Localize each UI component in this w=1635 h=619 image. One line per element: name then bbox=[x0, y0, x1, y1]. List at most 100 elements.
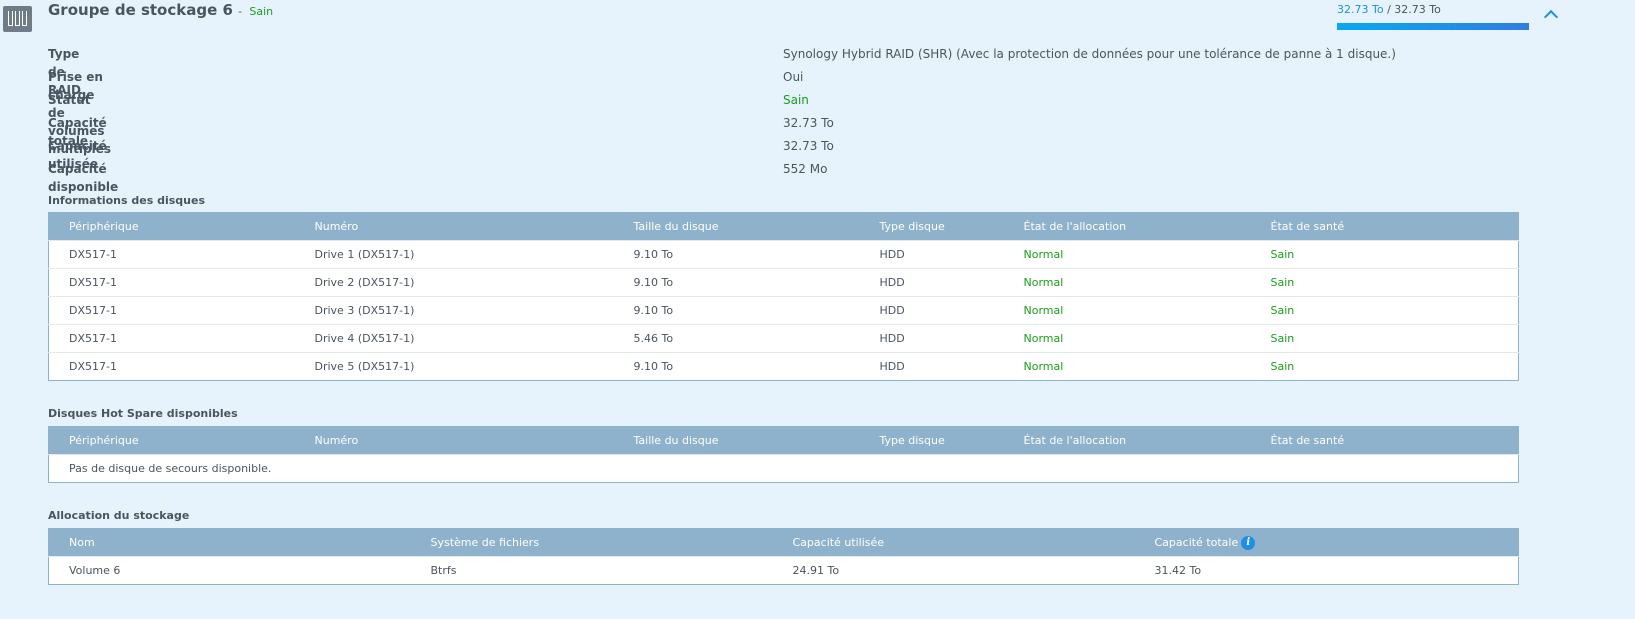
column-label: Système de fichiers bbox=[430, 536, 540, 549]
table-cell: 9.10 To bbox=[613, 268, 860, 297]
chevron-up-icon[interactable] bbox=[1543, 9, 1559, 25]
column-label: État de l'allocation bbox=[1023, 220, 1127, 233]
info-value: 552 Mo bbox=[783, 162, 828, 176]
table-row[interactable]: DX517-1 Drive 2 (DX517-1) 9.10 To HDD Normal… bbox=[48, 268, 1519, 297]
column-header[interactable]: Taille du disque bbox=[613, 426, 860, 455]
allocation-section-title: Allocation du stockage bbox=[48, 509, 190, 522]
table-cell: 31.42 To bbox=[1134, 556, 1519, 585]
column-label: État de l'allocation bbox=[1023, 434, 1127, 447]
column-header[interactable]: État de l'allocation bbox=[1003, 426, 1251, 455]
capacity-readout: 32.73 To / 32.73 To bbox=[1337, 3, 1441, 16]
table-cell: HDD bbox=[859, 240, 1004, 269]
table-cell: Drive 3 (DX517-1) bbox=[294, 296, 614, 325]
column-header[interactable]: Capacité utilisée bbox=[772, 528, 1135, 557]
column-label: Taille du disque bbox=[633, 434, 719, 447]
table-cell: Sain bbox=[1250, 352, 1519, 381]
column-label: Type disque bbox=[879, 220, 945, 233]
empty-message: Pas de disque de secours disponible. bbox=[48, 454, 1519, 483]
table-row[interactable]: DX517-1 Drive 3 (DX517-1) 9.10 To HDD Normal… bbox=[48, 296, 1519, 325]
table-cell: Btrfs bbox=[410, 556, 773, 585]
table-cell: DX517-1 bbox=[48, 352, 295, 381]
column-label: État de santé bbox=[1270, 434, 1345, 447]
column-label: Capacité totale bbox=[1154, 535, 1239, 549]
column-label: Type disque bbox=[879, 434, 945, 447]
separator: - bbox=[238, 5, 243, 18]
table-cell: DX517-1 bbox=[48, 324, 295, 353]
usage-bar bbox=[1337, 23, 1529, 30]
allocation-table: Nom Système de fichiers Capacité utilisée C… bbox=[48, 528, 1519, 585]
table-row[interactable]: DX517-1 Drive 5 (DX517-1) 9.10 To HDD Normal… bbox=[48, 352, 1519, 381]
hotspare-section-title: Disques Hot Spare disponibles bbox=[48, 407, 238, 420]
table-cell: Normal bbox=[1003, 240, 1251, 269]
table-cell: HDD bbox=[859, 296, 1004, 325]
column-label: Périphérique bbox=[69, 434, 139, 447]
table-cell: 9.10 To bbox=[613, 240, 860, 269]
table-cell: Drive 1 (DX517-1) bbox=[294, 240, 614, 269]
table-cell: DX517-1 bbox=[48, 268, 295, 297]
column-label: Numéro bbox=[314, 434, 359, 447]
column-label: Nom bbox=[69, 536, 95, 549]
table-header: Périphérique Numéro Taille du disque Type d… bbox=[48, 212, 1519, 241]
table-cell: Drive 2 (DX517-1) bbox=[294, 268, 614, 297]
table-cell: DX517-1 bbox=[48, 296, 295, 325]
table-cell: Sain bbox=[1250, 240, 1519, 269]
column-header[interactable]: État de l'allocation bbox=[1003, 212, 1251, 241]
table-cell: 5.46 To bbox=[613, 324, 860, 353]
column-label: Taille du disque bbox=[633, 220, 719, 233]
column-header[interactable]: Type disque bbox=[859, 426, 1004, 455]
table-row[interactable]: Volume 6 Btrfs 24.91 To 31.42 To bbox=[48, 556, 1519, 585]
column-header[interactable]: Périphérique bbox=[48, 426, 295, 455]
column-header[interactable]: Numéro bbox=[294, 426, 614, 455]
page-title: Groupe de stockage 6 - Sain bbox=[48, 1, 273, 19]
table-cell: Sain bbox=[1250, 296, 1519, 325]
info-label: Capacité disponible bbox=[48, 162, 119, 194]
column-label: Capacité utilisée bbox=[792, 536, 885, 549]
column-header[interactable]: Périphérique bbox=[48, 212, 295, 241]
table-cell: Volume 6 bbox=[48, 556, 411, 585]
column-label: État de santé bbox=[1270, 220, 1345, 233]
pool-name: Groupe de stockage 6 bbox=[48, 1, 233, 19]
table-cell: Drive 5 (DX517-1) bbox=[294, 352, 614, 381]
column-header[interactable]: Système de fichiers bbox=[410, 528, 773, 557]
table-cell: Drive 4 (DX517-1) bbox=[294, 324, 614, 353]
table-cell: 24.91 To bbox=[772, 556, 1135, 585]
separator: / bbox=[1387, 3, 1391, 16]
info-value: 32.73 To bbox=[783, 116, 834, 130]
info-value: Synology Hybrid RAID (SHR) (Avec la prot… bbox=[783, 47, 1396, 61]
table-cell: Sain bbox=[1250, 324, 1519, 353]
table-cell: 9.10 To bbox=[613, 352, 860, 381]
table-cell: Normal bbox=[1003, 268, 1251, 297]
column-header[interactable]: Type disque bbox=[859, 212, 1004, 241]
table-cell: HDD bbox=[859, 352, 1004, 381]
empty-row: Pas de disque de secours disponible. bbox=[48, 454, 1519, 483]
column-header[interactable]: Capacité totale i bbox=[1134, 528, 1519, 557]
disks-section-title: Informations des disques bbox=[48, 194, 205, 207]
disks-table: Périphérique Numéro Taille du disque Type d… bbox=[48, 212, 1519, 381]
table-cell: DX517-1 bbox=[48, 240, 295, 269]
table-cell: 9.10 To bbox=[613, 296, 860, 325]
table-cell: HDD bbox=[859, 268, 1004, 297]
table-cell: Sain bbox=[1250, 268, 1519, 297]
column-header[interactable]: Taille du disque bbox=[613, 212, 860, 241]
table-cell: Normal bbox=[1003, 324, 1251, 353]
table-cell: Normal bbox=[1003, 352, 1251, 381]
status-badge: Sain bbox=[249, 5, 274, 18]
column-label: Numéro bbox=[314, 220, 359, 233]
column-header[interactable]: Numéro bbox=[294, 212, 614, 241]
column-header[interactable]: État de santé bbox=[1250, 426, 1519, 455]
table-header: Périphérique Numéro Taille du disque Type d… bbox=[48, 426, 1519, 455]
table-cell: Normal bbox=[1003, 296, 1251, 325]
total-capacity: 32.73 To bbox=[1394, 3, 1441, 16]
storage-pool-icon bbox=[3, 6, 32, 32]
table-row[interactable]: DX517-1 Drive 4 (DX517-1) 5.46 To HDD Normal… bbox=[48, 324, 1519, 353]
info-label: Statut bbox=[48, 93, 91, 107]
table-header: Nom Système de fichiers Capacité utilisée C… bbox=[48, 528, 1519, 557]
column-header[interactable]: Nom bbox=[48, 528, 411, 557]
info-value: 32.73 To bbox=[783, 139, 834, 153]
info-icon[interactable]: i bbox=[1241, 535, 1256, 550]
used-capacity: 32.73 To bbox=[1337, 3, 1384, 16]
table-cell: HDD bbox=[859, 324, 1004, 353]
column-header[interactable]: État de santé bbox=[1250, 212, 1519, 241]
column-label: Périphérique bbox=[69, 220, 139, 233]
table-row[interactable]: DX517-1 Drive 1 (DX517-1) 9.10 To HDD Normal… bbox=[48, 240, 1519, 269]
